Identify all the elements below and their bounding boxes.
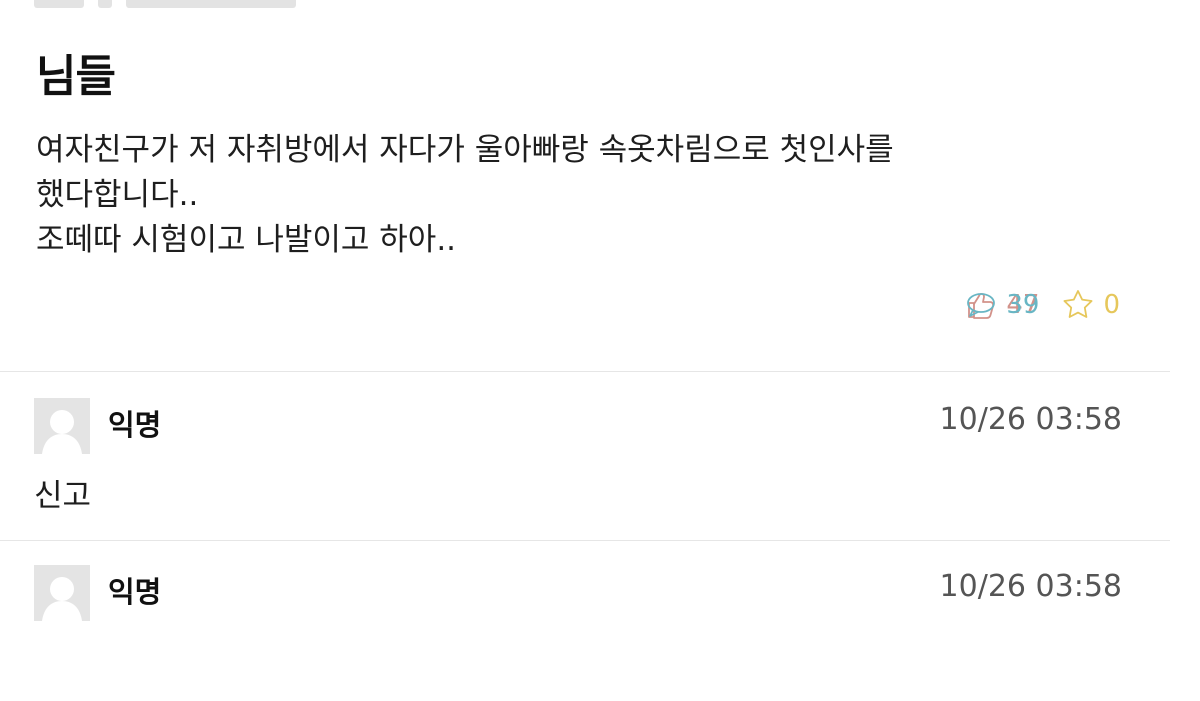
- avatar: [34, 398, 90, 454]
- comment-author: 익명: [108, 408, 162, 442]
- comment-stat[interactable]: 39: [964, 225, 1200, 385]
- post-title: 님들: [36, 51, 116, 102]
- post: 님들 여자친구가 저 자취방에서 자다가 울아빠랑 속옷차림으로 첫인사를 했다…: [0, 0, 1170, 370]
- comment-item: 익명 10/26 03:58 신고: [0, 372, 1170, 532]
- post-stats: 47 39 0: [964, 288, 1120, 322]
- avatar: [34, 565, 90, 621]
- default-avatar-icon: [34, 565, 90, 621]
- comment-count: 39: [1006, 290, 1040, 320]
- comment-time: 10/26 03:58: [939, 402, 1122, 437]
- default-avatar-icon: [34, 398, 90, 454]
- comment-item: 익명 10/26 03:58: [0, 541, 1170, 701]
- speech-bubble-icon: [964, 288, 998, 322]
- post-body-line: 여자친구가 저 자취방에서 자다가 울아빠랑 속옷차림으로 첫인사를: [36, 132, 894, 168]
- comment-author: 익명: [108, 575, 162, 609]
- comment-time: 10/26 03:58: [939, 569, 1122, 604]
- post-body-line: 했다합니다..: [36, 177, 199, 213]
- comment-text: 신고: [34, 478, 92, 514]
